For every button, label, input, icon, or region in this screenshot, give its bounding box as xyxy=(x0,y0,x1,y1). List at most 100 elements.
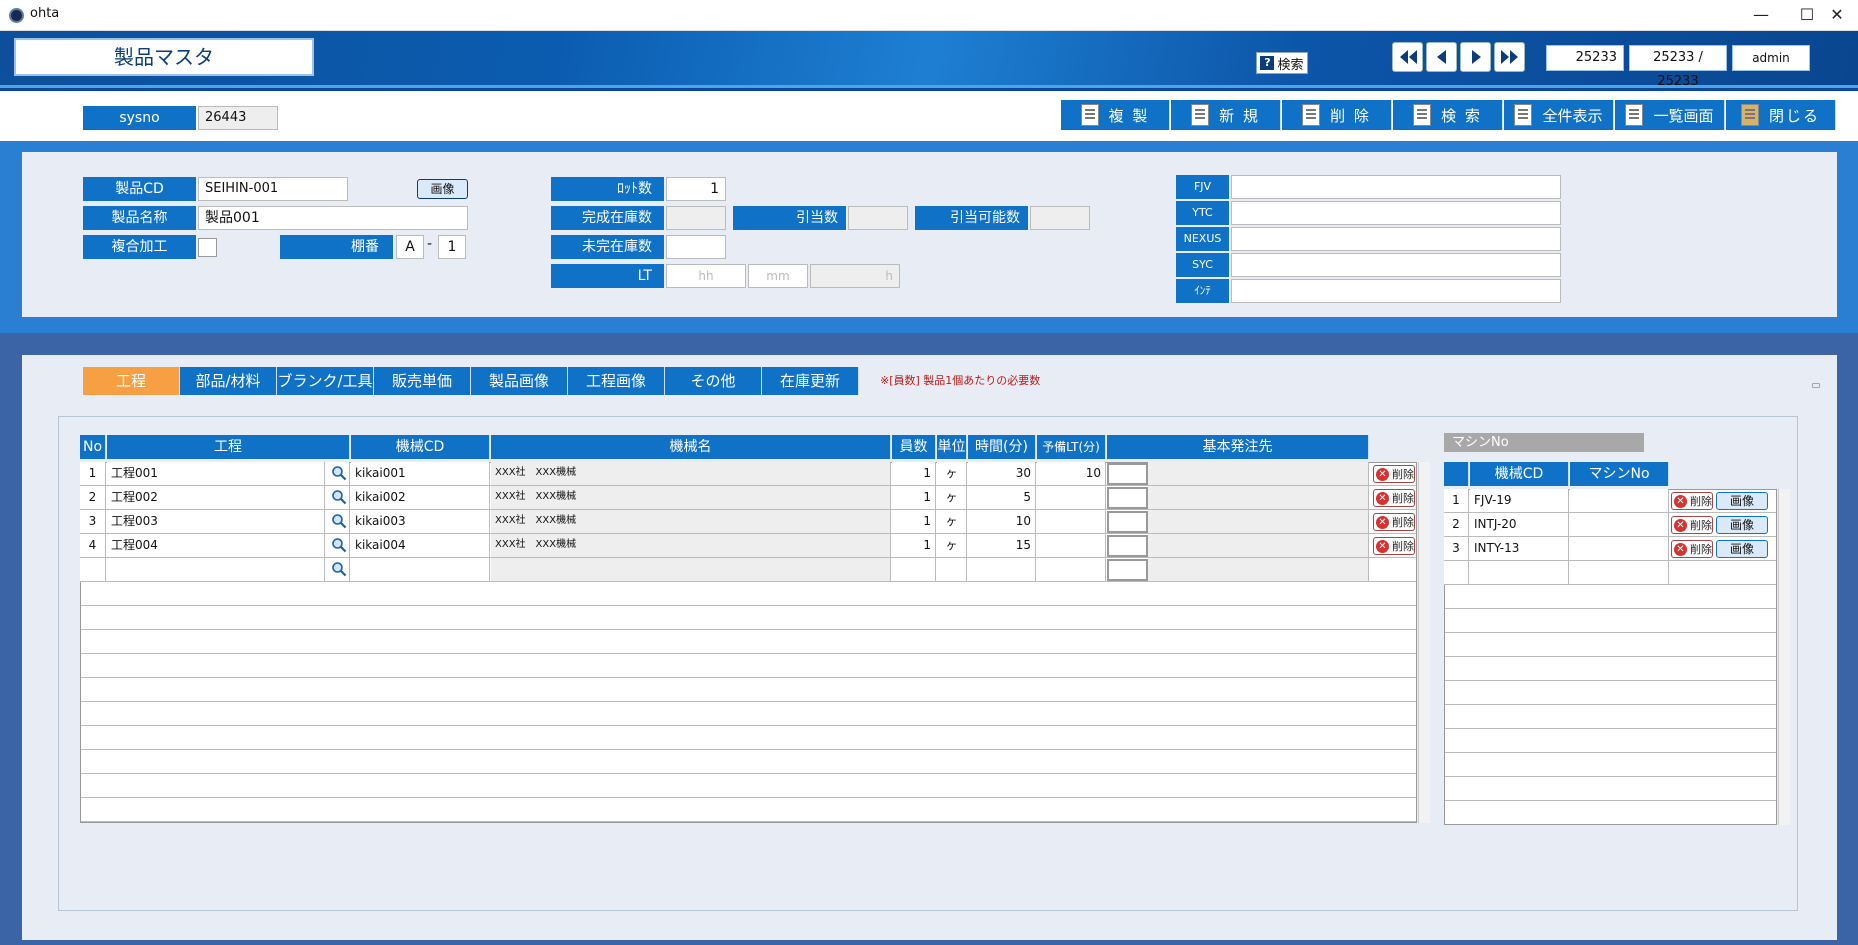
grid-cell-time[interactable] xyxy=(968,558,1036,582)
customer-input-1[interactable] xyxy=(1231,201,1561,225)
shelf-b-input[interactable]: 1 xyxy=(438,235,466,259)
tab-5[interactable]: 工程画像 xyxy=(568,367,665,395)
new-button[interactable]: 新 規 xyxy=(1171,100,1281,130)
machine-cell-cd[interactable]: INTJ-20 xyxy=(1470,513,1569,537)
grid-cell-machine-cd[interactable]: kikai004 xyxy=(351,534,490,558)
tab-4[interactable]: 製品画像 xyxy=(471,367,568,395)
search-icon[interactable] xyxy=(325,486,350,510)
next-record-button[interactable] xyxy=(1460,42,1491,72)
machine-cell-no-value[interactable] xyxy=(1570,537,1669,561)
machine-delete-button[interactable]: ✕ 削除 xyxy=(1671,540,1713,558)
tab-1[interactable]: 部品/材料 xyxy=(180,367,277,395)
grid-cell-time[interactable]: 10 xyxy=(968,510,1036,534)
supplier-select[interactable] xyxy=(1107,511,1148,533)
copy-button[interactable]: 複 製 xyxy=(1061,100,1170,130)
machine-cell-cd[interactable]: INTY-13 xyxy=(1470,537,1569,561)
grid-cell-spare[interactable] xyxy=(1037,486,1106,510)
machine-image-button[interactable]: 画像 xyxy=(1716,516,1768,534)
close-window-icon[interactable]: ✕ xyxy=(1814,0,1858,30)
supplier-select[interactable] xyxy=(1107,487,1148,509)
magnifier-icon xyxy=(332,538,347,553)
tab-6[interactable]: その他 xyxy=(665,367,762,395)
tab-0[interactable]: 工程 xyxy=(83,367,180,395)
grid-cell-machine-cd[interactable]: kikai002 xyxy=(351,486,490,510)
grid-cell-spare[interactable] xyxy=(1037,534,1106,558)
row-delete-button[interactable]: ✕ 削除 xyxy=(1373,489,1415,507)
product-image-button[interactable]: 画像 xyxy=(417,179,468,199)
show-all-button[interactable]: 全件表示 xyxy=(1504,100,1614,130)
search-icon[interactable] xyxy=(325,558,350,582)
row-delete-button[interactable]: ✕ 削除 xyxy=(1373,465,1415,483)
grid-cell-unit[interactable]: ヶ xyxy=(937,486,967,510)
customer-input-3[interactable] xyxy=(1231,253,1561,277)
grid-cell-unit[interactable]: ヶ xyxy=(937,510,967,534)
row-delete-button[interactable]: ✕ 削除 xyxy=(1373,513,1415,531)
tab-2[interactable]: ブランク/工具 xyxy=(277,367,374,395)
composite-checkbox[interactable] xyxy=(198,238,217,257)
grid-cell-process[interactable]: 工程003 xyxy=(107,510,325,534)
grid-cell-machine-cd[interactable] xyxy=(351,558,490,582)
tab-7[interactable]: 在庫更新 xyxy=(762,367,859,395)
row-delete-button[interactable]: ✕ 削除 xyxy=(1373,537,1415,555)
search-button[interactable]: 検 索 xyxy=(1393,100,1503,130)
grid-cell-qty[interactable]: 1 xyxy=(892,486,936,510)
grid-cell-time[interactable]: 15 xyxy=(968,534,1036,558)
search-icon[interactable] xyxy=(325,534,350,558)
machine-delete-button[interactable]: ✕ 削除 xyxy=(1671,516,1713,534)
supplier-select[interactable] xyxy=(1107,559,1148,581)
supplier-select[interactable] xyxy=(1107,535,1148,557)
delete-button[interactable]: 削 除 xyxy=(1282,100,1392,130)
user-name: admin xyxy=(1732,45,1810,71)
grid-cell-qty[interactable] xyxy=(892,558,936,582)
grid-cell-process[interactable]: 工程001 xyxy=(107,462,325,486)
search-icon[interactable] xyxy=(325,462,350,486)
machine-image-button[interactable]: 画像 xyxy=(1716,492,1768,510)
grid-cell-time[interactable]: 5 xyxy=(968,486,1036,510)
new-doc-icon xyxy=(1191,104,1210,126)
grid-cell-qty[interactable]: 1 xyxy=(892,534,936,558)
tab-3[interactable]: 販売単価 xyxy=(374,367,471,395)
lt-mm-input[interactable]: mm xyxy=(748,264,808,288)
grid-cell-qty[interactable]: 1 xyxy=(892,510,936,534)
grid-cell-spare[interactable] xyxy=(1037,558,1106,582)
customer-input-0[interactable] xyxy=(1231,175,1561,199)
last-record-button[interactable] xyxy=(1494,42,1525,72)
grid-cell-spare[interactable]: 10 xyxy=(1037,462,1106,486)
machine-cell-no-value[interactable] xyxy=(1570,561,1669,585)
machine-cell-no-value[interactable] xyxy=(1570,489,1669,513)
minimize-icon[interactable]: — xyxy=(1738,0,1784,30)
grid-cell-unit[interactable]: ヶ xyxy=(937,462,967,486)
prev-record-button[interactable] xyxy=(1426,42,1457,72)
product-code-input[interactable]: SEIHIN-001 xyxy=(198,177,348,201)
grid-cell-process[interactable]: 工程004 xyxy=(107,534,325,558)
grid-cell-machine-cd[interactable]: kikai001 xyxy=(351,462,490,486)
grid-cell-unit[interactable] xyxy=(937,558,967,582)
grid-cell-machine-cd[interactable]: kikai003 xyxy=(351,510,490,534)
customer-input-4[interactable] xyxy=(1231,279,1561,303)
machine-scrollbar[interactable] xyxy=(1778,489,1790,825)
shelf-a-input[interactable]: A xyxy=(396,235,424,259)
machine-cell-no-value[interactable] xyxy=(1570,513,1669,537)
machine-cell-cd[interactable] xyxy=(1470,561,1569,585)
grid-cell-process[interactable] xyxy=(107,558,325,582)
record-current-input[interactable]: 25233 xyxy=(1546,45,1624,71)
close-button[interactable]: 閉じる xyxy=(1726,100,1836,130)
grid-cell-process[interactable]: 工程002 xyxy=(107,486,325,510)
first-record-button[interactable] xyxy=(1392,42,1423,72)
grid-cell-unit[interactable]: ヶ xyxy=(937,534,967,558)
grid-cell-spare[interactable] xyxy=(1037,510,1106,534)
machine-image-button[interactable]: 画像 xyxy=(1716,540,1768,558)
product-name-input[interactable]: 製品001 xyxy=(198,206,468,230)
search-help-button[interactable]: ? 検索 xyxy=(1256,52,1308,74)
search-icon[interactable] xyxy=(325,510,350,534)
customer-input-2[interactable] xyxy=(1231,227,1561,251)
lot-input[interactable]: 1 xyxy=(666,177,726,201)
grid-scrollbar[interactable] xyxy=(1418,462,1430,823)
grid-cell-qty[interactable]: 1 xyxy=(892,462,936,486)
supplier-select[interactable] xyxy=(1107,463,1148,485)
list-view-button[interactable]: 一覧画面 xyxy=(1615,100,1725,130)
machine-cell-cd[interactable]: FJV-19 xyxy=(1470,489,1569,513)
lt-hh-input[interactable]: hh xyxy=(666,264,746,288)
grid-cell-time[interactable]: 30 xyxy=(968,462,1036,486)
machine-delete-button[interactable]: ✕ 削除 xyxy=(1671,492,1713,510)
